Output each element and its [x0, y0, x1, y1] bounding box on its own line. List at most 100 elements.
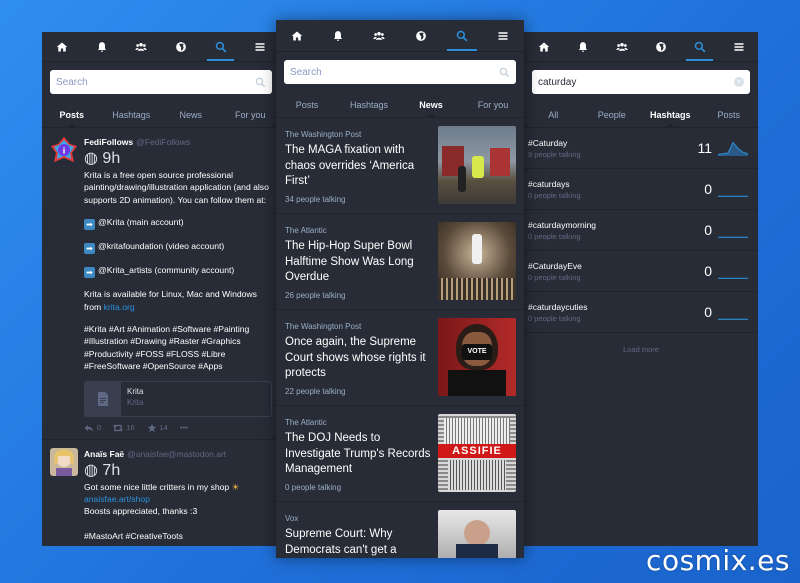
avatar[interactable]: i [50, 136, 78, 164]
status-post[interactable]: i FediFollows @FediFollows ◍ 9h Krita is… [42, 128, 280, 440]
trend-sparkline [718, 277, 748, 279]
boost-count: 16 [126, 423, 135, 433]
hashtag-uses: 0 people talking [528, 272, 581, 282]
more-button[interactable]: ••• [180, 423, 188, 432]
status-post[interactable]: Anaïs Faë @anaisfae@mastodon.art ◍ 7h Go… [42, 440, 280, 546]
hashtag-text: #Caturday 9 people talking [528, 138, 688, 159]
hashtag-uses: 9 people talking [528, 149, 581, 159]
news-source: The Atlantic [285, 226, 327, 235]
boost-button[interactable]: 16 [113, 423, 135, 433]
bullet-text[interactable]: @kritafoundation (video account) [98, 241, 224, 251]
people-icon[interactable] [359, 20, 400, 51]
load-more-button[interactable]: Load more [524, 345, 758, 354]
news-item[interactable]: The Atlantic The DOJ Needs to Investigat… [276, 406, 524, 502]
post-line: Boosts appreciated, thanks :3 [84, 506, 198, 517]
news-thumbnail[interactable]: ASSIFIE [438, 414, 516, 492]
reply-icon [84, 424, 94, 432]
post-time[interactable]: ◍ 7h [84, 462, 120, 479]
news-item[interactable]: The Atlantic The Hip-Hop Super Bowl Half… [276, 214, 524, 310]
home-icon[interactable] [42, 32, 82, 61]
bell-icon[interactable] [82, 32, 122, 61]
hashtag-row[interactable]: #CaturdayEve 0 people talking 0 [524, 251, 758, 292]
hashtag-name[interactable]: #CaturdayEve [528, 261, 688, 271]
magnifier-icon [255, 77, 266, 87]
tab-posts[interactable]: Posts [276, 92, 338, 117]
home-icon[interactable] [524, 32, 563, 61]
news-thumbnail[interactable] [438, 126, 516, 204]
hashtag-row[interactable]: #Caturday 9 people talking 11 [524, 128, 758, 169]
hashtag-count: 11 [697, 140, 712, 156]
news-title[interactable]: Once again, the Supreme Court shows whos… [285, 335, 432, 382]
search-icon[interactable] [201, 32, 241, 61]
favourite-button[interactable]: 14 [147, 423, 168, 433]
tab-posts[interactable]: Posts [700, 102, 759, 127]
hashtag-name[interactable]: #caturdaymorning [528, 220, 688, 230]
news-talking: 22 people talking [285, 386, 346, 396]
search-input[interactable] [56, 76, 255, 88]
bullet-text[interactable]: @Krita (main account) [98, 217, 184, 227]
search-icon[interactable] [441, 20, 482, 51]
tab-hashtags[interactable]: Hashtags [641, 102, 700, 128]
hashtag-name[interactable]: #Caturday [528, 138, 688, 148]
post-hashtags[interactable]: #Krita #Art #Animation #Software #Painti… [84, 323, 272, 373]
bell-icon[interactable] [563, 32, 602, 61]
news-source: Vox [285, 514, 299, 523]
tab-news[interactable]: News [400, 92, 462, 118]
post-link[interactable]: krita.org [104, 302, 135, 312]
tab-hashtags[interactable]: Hashtags [338, 92, 400, 117]
news-title[interactable]: The DOJ Needs to Investigate Trump's Rec… [285, 431, 432, 478]
globe-icon[interactable] [400, 20, 441, 51]
menu-icon[interactable] [483, 20, 524, 51]
trend-sparkline [718, 141, 748, 156]
globe-icon[interactable] [161, 32, 201, 61]
post-bullet: ➡ @kritafoundation (video account) [84, 240, 272, 255]
display-name[interactable]: FediFollows [84, 136, 133, 148]
news-item[interactable]: The Washington Post The MAGA fixation wi… [276, 118, 524, 214]
hashtag-row[interactable]: #caturdaymorning 0 people talking 0 [524, 210, 758, 251]
tab-all[interactable]: All [524, 102, 583, 127]
tab-people[interactable]: People [583, 102, 642, 127]
reply-button[interactable]: 0 [84, 423, 101, 433]
hashtag-name[interactable]: #caturdays [528, 179, 688, 189]
search-input[interactable] [538, 76, 734, 88]
news-item[interactable]: Vox Supreme Court: Why Democrats can't g… [276, 502, 524, 558]
globe-icon[interactable] [641, 32, 680, 61]
display-name[interactable]: Anaïs Faë [84, 448, 124, 460]
news-thumbnail[interactable] [438, 222, 516, 300]
hashtag-row[interactable]: #caturdaycuties 0 people talking 0 [524, 292, 758, 333]
post-content: Got some nice little critters in my shop… [84, 481, 272, 543]
explore-tabs: Posts Hashtags News For you [276, 92, 524, 118]
people-icon[interactable] [121, 32, 161, 61]
avatar[interactable] [50, 447, 78, 476]
bell-icon[interactable] [317, 20, 358, 51]
hashtag-name[interactable]: #caturdaycuties [528, 302, 688, 312]
people-icon[interactable] [602, 32, 641, 61]
tab-posts[interactable]: Posts [42, 102, 102, 128]
menu-icon[interactable] [240, 32, 280, 61]
home-icon[interactable] [276, 20, 317, 51]
news-title[interactable]: The Hip-Hop Super Bowl Halftime Show Was… [285, 239, 432, 286]
tab-news[interactable]: News [161, 102, 221, 127]
clear-icon[interactable]: × [734, 77, 744, 87]
hashtag-row[interactable]: #caturdays 0 people talking 0 [524, 169, 758, 210]
tab-for-you[interactable]: For you [221, 102, 281, 127]
search-field [50, 70, 272, 94]
post-time[interactable]: ◍ 9h [84, 150, 120, 167]
search-input[interactable] [290, 66, 499, 78]
bullet-text[interactable]: @Krita_artists (community account) [98, 265, 234, 275]
menu-icon[interactable] [719, 32, 758, 61]
news-item[interactable]: The Washington Post Once again, the Supr… [276, 310, 524, 406]
search-icon[interactable] [680, 32, 719, 61]
news-title[interactable]: Supreme Court: Why Democrats can't get a [285, 527, 432, 558]
account-handle[interactable]: @anaisfae@mastodon.art [127, 448, 226, 460]
post-link[interactable]: anaisfae.art/shop [84, 494, 150, 504]
news-title[interactable]: The MAGA fixation with chaos overrides ‘… [285, 143, 432, 190]
tab-hashtags[interactable]: Hashtags [102, 102, 162, 127]
account-handle[interactable]: @FediFollows [136, 136, 190, 148]
news-source: The Atlantic [285, 418, 327, 427]
news-thumbnail[interactable] [438, 510, 516, 558]
tab-for-you[interactable]: For you [462, 92, 524, 117]
link-card[interactable]: Krita Krita [84, 380, 272, 417]
post-hashtags[interactable]: #MastoArt #CreativeToots [84, 530, 272, 542]
news-thumbnail[interactable]: VOTE [438, 318, 516, 396]
